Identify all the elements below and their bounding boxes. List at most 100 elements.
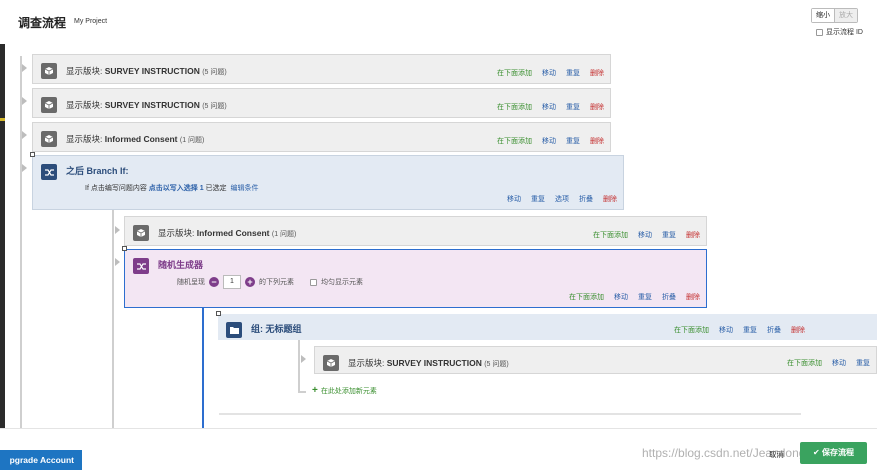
branch-condition: If 点击编写问题内容 点击以写入选择 1 已选定 编辑条件: [85, 185, 259, 192]
randomizer-title: 随机生成器: [158, 260, 204, 270]
delete-link[interactable]: 删除: [603, 194, 617, 204]
flow-canvas: 显示版块: SURVEY INSTRUCTION (5 问题) 在下面添加 移动…: [12, 44, 877, 428]
group-actions: 在下面添加 移动 重复 折叠 删除: [674, 325, 805, 335]
plus-icon[interactable]: +: [245, 277, 255, 287]
delete-link[interactable]: 删除: [791, 325, 805, 335]
header: 调查流程 My Project 缩小 放大 显示流程 ID: [0, 0, 877, 44]
block-cube-icon: [41, 97, 57, 113]
add-below-link[interactable]: 在下面添加: [569, 292, 604, 302]
save-flow-button[interactable]: ✔ 保存流程: [800, 442, 867, 464]
flow-block[interactable]: 显示版块: SURVEY INSTRUCTION (5 问题) 在下面添加 移动…: [32, 88, 611, 118]
move-link[interactable]: 移动: [638, 230, 652, 240]
group-connector: [298, 340, 300, 392]
block-label: 显示版块: Informed Consent (1 问题): [158, 228, 297, 238]
zoom-out-button[interactable]: 缩小: [812, 9, 835, 22]
delete-link[interactable]: 删除: [590, 102, 604, 112]
options-link[interactable]: 选项: [555, 194, 569, 204]
block-cube-icon: [323, 355, 339, 371]
choice-link[interactable]: 点击以写入选择 1: [149, 185, 204, 192]
show-flow-id-label: 显示流程 ID: [826, 29, 863, 36]
add-below-link[interactable]: 在下面添加: [497, 68, 532, 78]
duplicate-link[interactable]: 重复: [743, 325, 757, 335]
randomizer-connector: [202, 308, 204, 428]
flow-arrow: [115, 226, 120, 234]
flow-arrow: [22, 64, 27, 72]
group-title: 组: 无标题组: [251, 324, 302, 334]
duplicate-link[interactable]: 重复: [531, 194, 545, 204]
suffix-label: 的下列元素: [259, 279, 294, 286]
move-link[interactable]: 移动: [542, 102, 556, 112]
move-link[interactable]: 移动: [507, 194, 521, 204]
collapse-link[interactable]: 折叠: [767, 325, 781, 335]
folder-icon: [226, 322, 242, 338]
plus-icon: +: [312, 385, 318, 396]
move-link[interactable]: 移动: [832, 358, 846, 368]
delete-link[interactable]: 删除: [686, 230, 700, 240]
duplicate-link[interactable]: 重复: [662, 230, 676, 240]
block-cube-icon: [133, 225, 149, 241]
drag-handle[interactable]: [122, 246, 127, 251]
branch-title: 之后 Branch If:: [66, 166, 129, 176]
edit-condition-link[interactable]: 编辑条件: [230, 185, 258, 192]
duplicate-link[interactable]: 重复: [566, 68, 580, 78]
branch-actions: 移动 重复 选项 折叠 删除: [507, 194, 617, 204]
block-label: 显示版块: Informed Consent (1 问题): [66, 134, 205, 144]
move-link[interactable]: 移动: [542, 136, 556, 146]
flow-block[interactable]: 显示版块: Informed Consent (1 问题) 在下面添加 移动 重…: [124, 216, 707, 246]
randomizer-shuffle-icon: [133, 258, 149, 274]
delete-link[interactable]: 删除: [686, 292, 700, 302]
add-below-link[interactable]: 在下面添加: [674, 325, 709, 335]
block-actions: 在下面添加 移动 重复 删除: [497, 68, 604, 78]
present-label: 随机呈现: [177, 279, 205, 286]
branch-element[interactable]: 之后 Branch If: If 点击编写问题内容 点击以写入选择 1 已选定 …: [32, 155, 624, 210]
move-link[interactable]: 移动: [542, 68, 556, 78]
divider: [219, 413, 801, 415]
flow-block[interactable]: 显示版块: Informed Consent (1 问题) 在下面添加 移动 重…: [32, 122, 611, 152]
collapse-link[interactable]: 折叠: [579, 194, 593, 204]
flow-arrow: [22, 97, 27, 105]
block-actions: 在下面添加 移动 重复 删除: [497, 136, 604, 146]
block-actions: 在下面添加 移动 重复 删除: [593, 230, 700, 240]
add-new-element-label: 在此处添加新元素: [320, 387, 377, 395]
randomizer-element[interactable]: 随机生成器 随机呈现 − 1 + 的下列元素 均匀显示元素 在下面添加 移动 重…: [124, 249, 707, 308]
randomizer-settings: 随机呈现 − 1 + 的下列元素 均匀显示元素: [177, 275, 363, 289]
flow-arrow: [22, 131, 27, 139]
flow-arrow: [301, 355, 306, 363]
drag-handle[interactable]: [216, 311, 221, 316]
block-cube-icon: [41, 63, 57, 79]
drag-handle[interactable]: [30, 152, 35, 157]
upgrade-account-button[interactable]: pgrade Account: [0, 450, 82, 470]
page-title: 调查流程: [18, 16, 67, 30]
show-flow-id-toggle[interactable]: 显示流程 ID: [816, 27, 863, 37]
group-connector-stub: [298, 391, 306, 393]
move-link[interactable]: 移动: [719, 325, 733, 335]
duplicate-link[interactable]: 重复: [566, 102, 580, 112]
add-below-link[interactable]: 在下面添加: [787, 358, 822, 368]
collapse-link[interactable]: 折叠: [662, 292, 676, 302]
cancel-button[interactable]: 取消: [769, 449, 784, 460]
add-new-element-link[interactable]: + 在此处添加新元素: [312, 385, 377, 396]
randomizer-actions: 在下面添加 移动 重复 折叠 删除: [569, 292, 700, 302]
move-link[interactable]: 移动: [614, 292, 628, 302]
duplicate-link[interactable]: 重复: [638, 292, 652, 302]
flow-block[interactable]: 显示版块: SURVEY INSTRUCTION (5 问题) 在下面添加 移动…: [32, 54, 611, 84]
show-flow-id-checkbox[interactable]: [816, 28, 823, 36]
branch-connector: [112, 210, 114, 428]
duplicate-link[interactable]: 重复: [856, 358, 870, 368]
flow-arrow: [115, 258, 120, 266]
element-count-input[interactable]: 1: [223, 275, 241, 289]
group-element[interactable]: 组: 无标题组 在下面添加 移动 重复 折叠 删除: [218, 314, 877, 340]
minus-icon[interactable]: −: [209, 277, 219, 287]
zoom-in-button[interactable]: 放大: [835, 9, 857, 22]
delete-link[interactable]: 删除: [590, 136, 604, 146]
add-below-link[interactable]: 在下面添加: [497, 136, 532, 146]
flow-block[interactable]: 显示版块: SURVEY INSTRUCTION (5 问题) 在下面添加 移动…: [314, 346, 877, 374]
project-name: My Project: [74, 18, 108, 25]
even-present-checkbox[interactable]: [310, 278, 317, 286]
block-label: 显示版块: SURVEY INSTRUCTION (5 问题): [66, 66, 227, 76]
duplicate-link[interactable]: 重复: [566, 136, 580, 146]
add-below-link[interactable]: 在下面添加: [593, 230, 628, 240]
block-cube-icon: [41, 131, 57, 147]
delete-link[interactable]: 删除: [590, 68, 604, 78]
add-below-link[interactable]: 在下面添加: [497, 102, 532, 112]
